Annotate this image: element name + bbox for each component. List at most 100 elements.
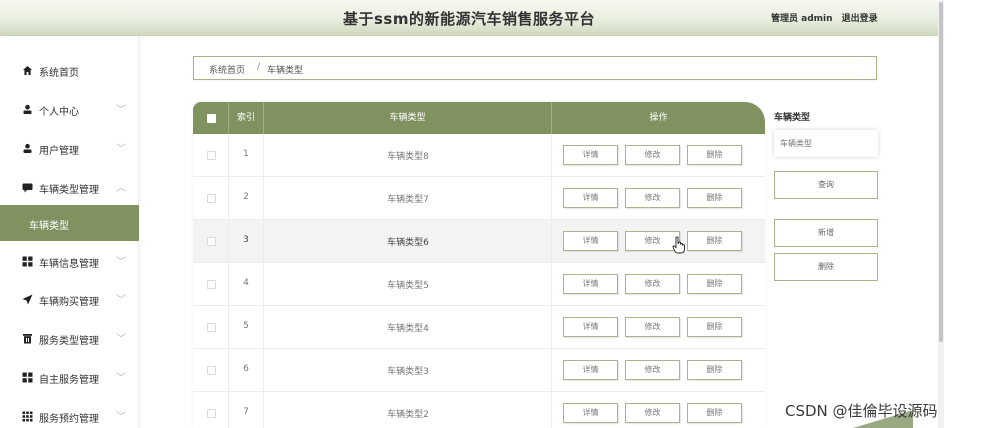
grid-icon xyxy=(22,372,33,383)
edit-button[interactable]: 修改 xyxy=(625,274,680,294)
chevron-down-icon: ﹀ xyxy=(116,295,126,306)
detail-button[interactable]: 详情 xyxy=(563,145,618,165)
row-checkbox[interactable] xyxy=(207,280,216,289)
breadcrumb-current: 车辆类型 xyxy=(267,66,304,76)
detail-button[interactable]: 详情 xyxy=(563,360,618,380)
watermark-text: CSDN @佳倫毕设源码 xyxy=(785,402,938,420)
vehicle-type-search-input[interactable] xyxy=(774,130,878,157)
chevron-down-icon: ﹀ xyxy=(116,373,126,384)
chevron-down-icon: ﹀ xyxy=(116,105,126,116)
vehicle-type-table: 索引 车辆类型 操作 1 车辆类型8 详情 修改 删除 2 车辆类型7 详情 修… xyxy=(193,102,765,428)
breadcrumb-separator: / xyxy=(257,62,261,72)
sidebar-item-service-booking-management[interactable]: 服务预约管理 ﹀ xyxy=(0,397,139,428)
detail-button[interactable]: 详情 xyxy=(563,317,618,337)
row-checkbox[interactable] xyxy=(207,151,216,160)
delete-button[interactable]: 删除 xyxy=(687,231,742,251)
batch-delete-button[interactable]: 删除 xyxy=(774,253,878,281)
add-button[interactable]: 新增 xyxy=(774,219,878,247)
sidebar-item-service-type-management[interactable]: 服务类型管理 ﹀ xyxy=(0,319,139,358)
sidebar-item-label: 用户管理 xyxy=(39,146,79,157)
search-label: 车辆类型 xyxy=(774,113,811,123)
person-icon xyxy=(22,104,33,115)
user-label: 管理员 admin xyxy=(771,14,833,24)
sidebar-item-label: 系统首页 xyxy=(39,68,79,79)
top-header: 基于ssm的新能源汽车销售服务平台 管理员 admin 退出登录 xyxy=(0,0,938,36)
header-index: 索引 xyxy=(229,102,264,134)
row-checkbox[interactable] xyxy=(207,323,216,332)
delete-button[interactable]: 删除 xyxy=(687,317,742,337)
sidebar-item-label: 车辆类型管理 xyxy=(39,185,99,196)
sidebar-item-home[interactable]: 系统首页 xyxy=(0,51,139,90)
sidebar-item-label: 自主服务管理 xyxy=(39,375,99,386)
sidebar-subitem-vehicle-type[interactable]: 车辆类型 xyxy=(0,205,139,241)
edit-button[interactable]: 修改 xyxy=(625,145,680,165)
row-vehicle-type: 车辆类型6 xyxy=(387,238,429,248)
row-vehicle-type: 车辆类型3 xyxy=(387,367,429,377)
sidebar: 系统首页 个人中心 ﹀ 用户管理 ﹀ 车辆类型管理 ︿ 车辆类型 车辆信息管理 … xyxy=(0,37,139,428)
edit-button[interactable]: 修改 xyxy=(625,188,680,208)
select-all-checkbox[interactable] xyxy=(207,114,216,123)
query-button[interactable]: 查询 xyxy=(774,171,878,199)
row-vehicle-type: 车辆类型8 xyxy=(387,152,429,162)
trash-icon xyxy=(22,333,33,344)
row-index: 4 xyxy=(243,278,249,288)
table-row: 5 车辆类型4 详情 修改 删除 xyxy=(193,306,765,349)
detail-button[interactable]: 详情 xyxy=(563,403,618,423)
row-index: 5 xyxy=(243,321,249,331)
table-row: 1 车辆类型8 详情 修改 删除 xyxy=(193,134,765,177)
detail-button[interactable]: 详情 xyxy=(563,274,618,294)
page-scrollbar-thumb[interactable] xyxy=(939,2,943,342)
sidebar-item-vehicle-purchase-management[interactable]: 车辆购买管理 ﹀ xyxy=(0,280,139,319)
sidebar-item-label: 车辆购买管理 xyxy=(39,297,99,308)
hand-cursor-icon xyxy=(672,236,686,254)
chevron-up-icon: ︿ xyxy=(116,183,126,194)
delete-button[interactable]: 删除 xyxy=(687,145,742,165)
grid-icon xyxy=(22,256,33,267)
breadcrumb: 系统首页 / 车辆类型 xyxy=(193,56,877,80)
sidebar-item-vehicle-info-management[interactable]: 车辆信息管理 ﹀ xyxy=(0,242,139,281)
chevron-down-icon: ﹀ xyxy=(116,412,126,423)
edit-button[interactable]: 修改 xyxy=(625,317,680,337)
header-select-cell xyxy=(193,102,229,134)
chat-icon xyxy=(22,182,33,193)
delete-button[interactable]: 删除 xyxy=(687,360,742,380)
row-index: 1 xyxy=(243,149,249,159)
edit-button[interactable]: 修改 xyxy=(625,360,680,380)
sidebar-item-personal-center[interactable]: 个人中心 ﹀ xyxy=(0,90,139,129)
detail-button[interactable]: 详情 xyxy=(563,188,618,208)
delete-button[interactable]: 删除 xyxy=(687,274,742,294)
logout-link[interactable]: 退出登录 xyxy=(842,14,878,24)
row-vehicle-type: 车辆类型7 xyxy=(387,195,429,205)
sidebar-item-label: 个人中心 xyxy=(39,107,79,118)
user-area: 管理员 admin 退出登录 xyxy=(771,11,884,24)
table-row: 4 车辆类型5 详情 修改 删除 xyxy=(193,263,765,306)
row-index: 6 xyxy=(243,364,249,374)
row-vehicle-type: 车辆类型2 xyxy=(387,410,429,420)
header-actions: 操作 xyxy=(649,113,668,123)
sidebar-item-user-management[interactable]: 用户管理 ﹀ xyxy=(0,129,139,168)
sidebar-item-label: 服务类型管理 xyxy=(39,336,99,347)
row-vehicle-type: 车辆类型5 xyxy=(387,281,429,291)
row-checkbox[interactable] xyxy=(207,409,216,418)
sidebar-item-label: 服务预约管理 xyxy=(39,414,99,425)
send-icon xyxy=(22,294,33,305)
row-checkbox[interactable] xyxy=(207,194,216,203)
chevron-down-icon: ﹀ xyxy=(116,257,126,268)
table-header: 索引 车辆类型 操作 xyxy=(193,102,765,134)
detail-button[interactable]: 详情 xyxy=(563,231,618,251)
chevron-down-icon: ﹀ xyxy=(116,144,126,155)
row-checkbox[interactable] xyxy=(207,366,216,375)
table-row: 7 车辆类型2 详情 修改 删除 xyxy=(193,392,765,428)
delete-button[interactable]: 删除 xyxy=(687,188,742,208)
edit-button[interactable]: 修改 xyxy=(625,403,680,423)
user-icon xyxy=(22,143,33,154)
row-checkbox[interactable] xyxy=(207,237,216,246)
chevron-down-icon: ﹀ xyxy=(116,334,126,345)
header-vehicle-type: 车辆类型 xyxy=(264,102,552,134)
delete-button[interactable]: 删除 xyxy=(687,403,742,423)
breadcrumb-home[interactable]: 系统首页 xyxy=(209,63,245,76)
sidebar-item-self-service-management[interactable]: 自主服务管理 ﹀ xyxy=(0,358,139,397)
apps-icon xyxy=(22,411,33,422)
sidebar-item-vehicle-type-management[interactable]: 车辆类型管理 ︿ xyxy=(0,168,139,207)
sidebar-item-label: 车辆类型 xyxy=(29,221,69,232)
